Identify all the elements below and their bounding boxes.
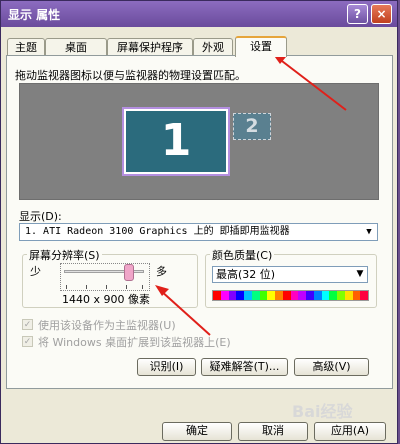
- tab-desktop[interactable]: 桌面: [45, 38, 107, 56]
- resolution-value: 1440 x 900 像素: [62, 293, 150, 306]
- slider-tick: [66, 285, 67, 289]
- identify-button[interactable]: 识别(I): [137, 358, 196, 376]
- tab-screensaver[interactable]: 屏幕保护程序: [107, 38, 193, 56]
- color-quality-value: 最高(32 位): [216, 268, 276, 281]
- window-title: 显示 属性: [8, 8, 61, 22]
- color-spectrum-bar: [212, 290, 369, 301]
- tab-themes[interactable]: 主题: [7, 38, 45, 56]
- advanced-button[interactable]: 高级(V): [294, 358, 369, 376]
- monitor-1-icon[interactable]: 1: [122, 107, 230, 176]
- apply-button[interactable]: 应用(A): [314, 422, 386, 441]
- resolution-slider-thumb[interactable]: [123, 264, 134, 281]
- slider-tick: [142, 285, 143, 289]
- extend-desktop-label: 将 Windows 桌面扩展到该监视器上(E): [38, 336, 231, 349]
- primary-monitor-label: 使用该设备作为主监视器(U): [38, 319, 176, 332]
- resolution-more-label: 多: [156, 265, 167, 278]
- tab-appearance[interactable]: 外观: [193, 38, 233, 56]
- monitor-2-icon[interactable]: 2: [233, 113, 271, 140]
- description-text: 拖动监视器图标以便与监视器的物理设置匹配。: [15, 69, 246, 82]
- display-label: 显示(D):: [19, 210, 62, 223]
- slider-tick: [106, 285, 107, 289]
- ok-button[interactable]: 确定: [162, 422, 232, 441]
- title-bar[interactable]: 显示 属性 ? ×: [1, 1, 397, 27]
- tab-settings[interactable]: 设置: [235, 36, 287, 57]
- extend-desktop-checkbox[interactable]: ✓: [22, 336, 33, 347]
- monitor-1-number: 1: [126, 111, 226, 172]
- resolution-less-label: 少: [30, 265, 41, 278]
- color-quality-label: 颜色质量(C): [210, 247, 275, 263]
- watermark-text: Bai经验: [292, 402, 353, 421]
- tab-strip: 主题 桌面 屏幕保护程序 外观 设置: [7, 36, 393, 57]
- display-select[interactable]: 1. ATI Radeon 3100 Graphics 上的 即插即用监视器 ▼: [19, 223, 378, 241]
- troubleshoot-button[interactable]: 疑难解答(T)...: [201, 358, 288, 376]
- display-select-value: 1. ATI Radeon 3100 Graphics 上的 即插即用监视器: [25, 226, 290, 237]
- resolution-label: 屏幕分辨率(S): [27, 247, 102, 263]
- help-button[interactable]: ?: [347, 4, 368, 24]
- resolution-slider-focus: [60, 263, 150, 291]
- slider-tick: [126, 285, 127, 289]
- cancel-button[interactable]: 取消: [238, 422, 308, 441]
- slider-tick: [86, 285, 87, 289]
- close-button[interactable]: ×: [371, 4, 392, 24]
- dropdown-arrow-icon[interactable]: ▼: [361, 224, 377, 240]
- primary-monitor-checkbox[interactable]: ✓: [22, 319, 33, 330]
- dropdown-arrow-icon[interactable]: ▼: [353, 267, 367, 282]
- color-quality-select[interactable]: 最高(32 位) ▼: [212, 266, 368, 283]
